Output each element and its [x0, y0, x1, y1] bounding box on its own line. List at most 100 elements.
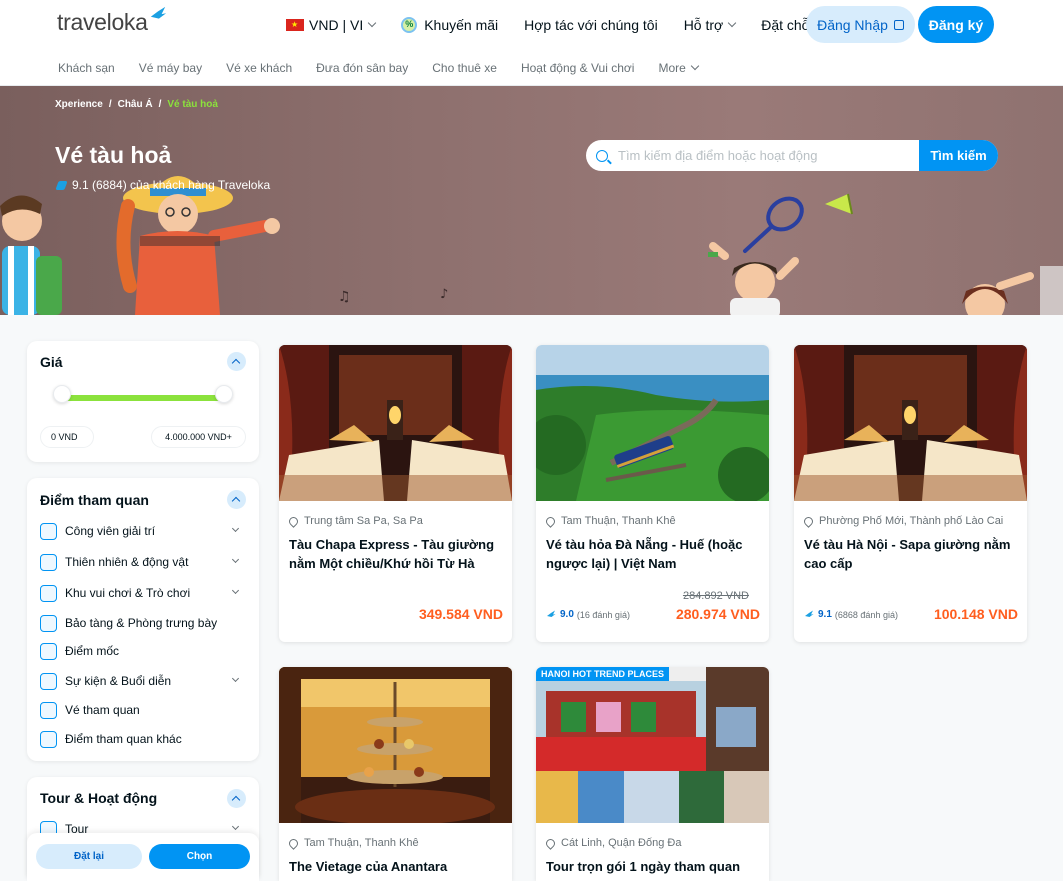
hero-rating: 9.1 (6884) của khách hàng Traveloka	[55, 178, 270, 192]
checkbox[interactable]	[40, 730, 57, 748]
location-pin-icon	[802, 514, 815, 528]
product-image	[536, 345, 769, 501]
rating-score: 9.1	[818, 609, 832, 620]
price-max-field[interactable]: 4.000.000 VND+	[151, 426, 246, 448]
currency-language-selector[interactable]: VND | VI	[286, 17, 377, 33]
location-pin-icon	[544, 514, 557, 528]
location-text: Trung tâm Sa Pa, Sa Pa	[304, 515, 423, 527]
filter-label: Thiên nhiên & động vật	[65, 555, 189, 569]
checkbox[interactable]	[40, 672, 57, 690]
checkbox[interactable]	[40, 522, 57, 540]
support-menu[interactable]: Hỗ trợ	[683, 17, 737, 33]
breadcrumb-asia[interactable]: Châu Á	[118, 99, 153, 110]
breadcrumb-xperience[interactable]: Xperience	[55, 99, 103, 110]
traveloka-logo[interactable]: traveloka	[57, 6, 167, 36]
filter-other-attractions[interactable]: Điểm tham quan khác	[40, 728, 246, 750]
promo-link[interactable]: Khuyến mãi	[401, 17, 498, 33]
checkbox[interactable]	[40, 553, 57, 571]
product-card[interactable]: HANOI HOT TREND PLACES Cát Linh, Quận Đố…	[536, 667, 769, 881]
chevron-down-icon[interactable]	[231, 555, 240, 564]
product-card[interactable]: Tam Thuận, Thanh Khê Vé tàu hỏa Đà Nẵng …	[536, 345, 769, 642]
checkbox[interactable]	[40, 614, 57, 632]
search-icon	[596, 149, 608, 162]
product-card[interactable]: Phường Phố Mới, Thành phố Lào Cai Vé tàu…	[794, 345, 1027, 642]
filter-theme-parks[interactable]: Công viên giải trí	[40, 520, 246, 542]
nav-more[interactable]: More	[658, 60, 700, 75]
location-text: Phường Phố Mới, Thành phố Lào Cai	[819, 515, 1004, 527]
reset-filters-button[interactable]: Đặt lại	[36, 844, 142, 869]
collapse-tours-button[interactable]	[227, 789, 246, 808]
price-slider-min-handle[interactable]	[53, 385, 71, 403]
nav-activities[interactable]: Hoạt động & Vui chơi	[521, 61, 635, 75]
filter-playgrounds-games[interactable]: Khu vui chơi & Trò chơi	[40, 582, 246, 604]
filter-landmarks[interactable]: Điểm mốc	[40, 640, 246, 662]
vietnam-flag-icon	[286, 19, 304, 31]
product-price: 280.974 VND	[675, 606, 760, 622]
register-button[interactable]: Đăng ký	[918, 6, 994, 43]
filter-museums-galleries[interactable]: Bảo tàng & Phòng trưng bày	[40, 612, 246, 634]
currency-label: VND | VI	[309, 17, 364, 33]
checkbox[interactable]	[40, 584, 57, 602]
login-button[interactable]: Đăng Nhập	[806, 6, 915, 43]
filter-events-shows[interactable]: Sự kiện & Buổi diễn	[40, 670, 246, 692]
chevron-down-icon[interactable]	[231, 822, 240, 831]
original-price: 284.892 VND	[682, 590, 749, 602]
location-pin-icon	[287, 514, 300, 528]
checkbox[interactable]	[40, 642, 57, 660]
product-title[interactable]: The Vietage của Anantara	[289, 857, 503, 876]
search-button[interactable]: Tìm kiếm	[919, 140, 998, 171]
rating-score: 9.0	[560, 609, 574, 620]
nav-airport-transfer[interactable]: Đưa đón sân bay	[316, 61, 408, 75]
register-label: Đăng ký	[928, 16, 984, 33]
checkbox[interactable]	[40, 701, 57, 719]
collapse-price-button[interactable]	[227, 352, 246, 371]
product-location: Trung tâm Sa Pa, Sa Pa	[287, 514, 423, 528]
price-slider-track[interactable]	[62, 395, 224, 401]
product-image	[279, 345, 512, 501]
chevron-down-icon[interactable]	[231, 586, 240, 595]
chevron-down-icon[interactable]	[231, 674, 240, 683]
filter-label: Sự kiện & Buổi diễn	[65, 674, 172, 688]
partner-label: Hợp tác với chúng tôi	[524, 17, 658, 33]
filter-nature-animals[interactable]: Thiên nhiên & động vật	[40, 551, 246, 573]
nav-hotels[interactable]: Khách sạn	[58, 61, 115, 75]
search-input[interactable]	[608, 140, 919, 171]
attractions-filter-panel: Điểm tham quan Công viên giải trí Thiên …	[27, 478, 259, 761]
product-price: 349.584 VND	[418, 606, 503, 622]
filter-label: Điểm mốc	[65, 644, 120, 658]
price-min-field[interactable]: 0 VND	[40, 426, 94, 448]
hero-illustration: ♫ ♪	[0, 176, 1063, 315]
partner-link[interactable]: Hợp tác với chúng tôi	[524, 17, 658, 33]
apply-filters-button[interactable]: Chọn	[149, 844, 250, 869]
product-title[interactable]: Tàu Chapa Express - Tàu giường nằm Một c…	[289, 535, 503, 573]
support-label: Hỗ trợ	[683, 17, 724, 33]
nav-bus[interactable]: Vé xe khách	[226, 61, 292, 75]
location-pin-icon	[544, 836, 557, 850]
filter-label: Khu vui chơi & Trò chơi	[65, 586, 191, 600]
collapse-attractions-button[interactable]	[227, 490, 246, 509]
product-card[interactable]: Trung tâm Sa Pa, Sa Pa Tàu Chapa Express…	[279, 345, 512, 642]
product-title[interactable]: Vé tàu Hà Nội - Sapa giường nằm cao cấp	[804, 535, 1018, 573]
breadcrumb-separator: /	[108, 99, 112, 110]
svg-text:♫: ♫	[338, 289, 351, 305]
login-icon	[893, 19, 904, 30]
price-slider-fill	[62, 395, 224, 401]
product-card[interactable]: Tam Thuận, Thanh Khê The Vietage của Ana…	[279, 667, 512, 881]
rating-bird-icon	[805, 610, 814, 617]
product-image	[279, 667, 512, 823]
location-text: Cát Linh, Quận Đống Đa	[561, 837, 682, 849]
logo-bird-icon	[150, 6, 166, 19]
product-title[interactable]: Tour trọn gói 1 ngày tham quan	[546, 857, 760, 876]
chevron-down-icon[interactable]	[231, 524, 240, 533]
filter-label: Điểm tham quan khác	[65, 732, 182, 746]
review-count: (6868 đánh giá)	[834, 609, 898, 620]
product-image	[794, 345, 1027, 501]
review-count: (16 đánh giá)	[576, 609, 630, 620]
filter-sightseeing-tickets[interactable]: Vé tham quan	[40, 699, 246, 721]
more-label: More	[658, 60, 686, 75]
nav-flights[interactable]: Vé máy bay	[139, 61, 202, 75]
product-rating: 9.0 (16 đánh giá)	[546, 609, 630, 620]
price-slider-max-handle[interactable]	[215, 385, 233, 403]
nav-car-rental[interactable]: Cho thuê xe	[432, 61, 497, 75]
product-title[interactable]: Vé tàu hỏa Đà Nẵng - Huế (hoặc ngược lại…	[546, 535, 760, 573]
